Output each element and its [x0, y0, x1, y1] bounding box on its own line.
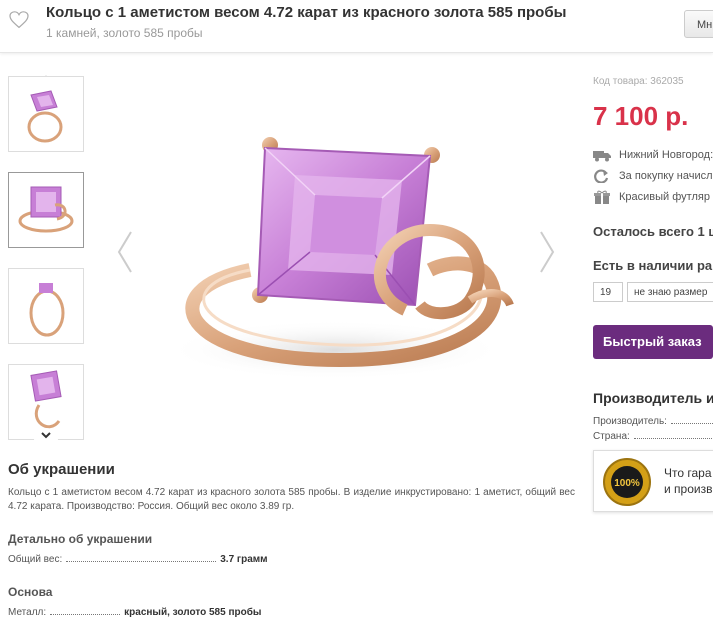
feature-gift-text: Красивый футляр	[619, 191, 710, 203]
guarantee-seal-icon: 100%	[603, 458, 651, 506]
size-option-unknown[interactable]: не знаю размер	[627, 282, 713, 302]
dotted-leader	[633, 430, 713, 439]
about-description: Кольцо с 1 аметистом весом 4.72 карат из…	[8, 487, 575, 512]
country-row: Страна:	[593, 430, 713, 442]
weight-row: Общий вес: 3.7 грамм	[8, 553, 268, 565]
size-option-19[interactable]: 19	[593, 282, 623, 302]
guarantee-box[interactable]: 100% Что гара и произв	[593, 450, 713, 512]
producer-row: Производитель:	[593, 415, 713, 427]
ring-main-image	[165, 137, 514, 380]
feature-delivery: Нижний Новгород:	[593, 148, 713, 162]
product-code: Код товара: 362035	[593, 76, 684, 87]
feature-delivery-text: Нижний Новгород:	[619, 149, 713, 161]
product-price: 7 100 р.	[593, 101, 689, 131]
refresh-icon	[594, 169, 609, 183]
gift-icon	[594, 190, 610, 204]
about-title: Об украшении	[8, 461, 115, 478]
header-button[interactable]: Мн	[684, 10, 713, 38]
seal-text: 100%	[614, 478, 640, 489]
metal-row: Металл: красный, золото 585 пробы	[8, 606, 261, 618]
guarantee-text: Что гара и произв	[664, 465, 712, 497]
thumbnail-2[interactable]	[8, 172, 84, 248]
header-bar: Кольцо с 1 аметистом весом 4.72 карат из…	[0, 0, 713, 53]
product-title: Кольцо с 1 аметистом весом 4.72 карат из…	[46, 4, 567, 21]
dotted-leader	[66, 553, 217, 562]
producer-label: Производитель:	[593, 416, 667, 427]
guarantee-line-1: Что гара	[664, 466, 712, 480]
ring-thumbnail-image	[29, 283, 65, 337]
weight-value: 3.7 грамм	[220, 554, 268, 565]
remaining-stock: Осталось всего 1 ш	[593, 224, 713, 239]
guarantee-line-2: и произв	[664, 482, 713, 496]
heart-icon[interactable]	[9, 11, 29, 29]
metal-label: Металл:	[8, 607, 47, 618]
dotted-leader	[50, 606, 121, 615]
manufacturer-title: Производитель и	[593, 390, 713, 406]
feature-bonus-text: За покупку начисл	[619, 170, 713, 182]
thumbnail-list	[8, 72, 86, 442]
metal-value: красный, золото 585 пробы	[124, 607, 262, 618]
dotted-leader	[670, 415, 713, 424]
details-title: Детально об украшении	[8, 532, 153, 546]
availability: Есть в наличии ра	[593, 258, 713, 273]
thumbnail-1[interactable]	[8, 76, 84, 152]
ring-thumbnail-image	[18, 186, 74, 233]
feature-bonus: За покупку начисл	[593, 169, 713, 183]
country-label: Страна:	[593, 431, 630, 442]
feature-gift: Красивый футляр	[593, 190, 710, 204]
weight-label: Общий вес:	[8, 554, 63, 565]
truck-icon	[593, 151, 611, 162]
base-title: Основа	[8, 585, 53, 599]
product-subtitle: 1 камней, золото 585 пробы	[46, 26, 203, 40]
thumbnail-3[interactable]	[8, 268, 84, 344]
chevron-down-icon	[41, 432, 51, 439]
ring-thumbnail-image	[27, 90, 63, 143]
quick-order-button[interactable]: Быстрый заказ	[593, 325, 713, 359]
